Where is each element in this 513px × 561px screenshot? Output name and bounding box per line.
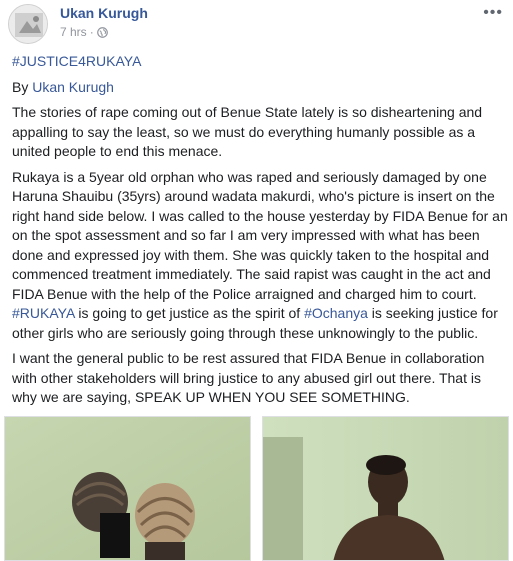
photo-victim[interactable] <box>4 416 251 561</box>
byline: By Ukan Kurugh <box>12 78 508 98</box>
author-name[interactable]: Ukan Kurugh <box>60 5 148 21</box>
paragraph-intro: The stories of rape coming out of Benue … <box>12 104 483 159</box>
hashtag-title[interactable]: #JUSTICE4RUKAYA <box>12 53 141 69</box>
paragraph-story: Rukaya is a 5year old orphan who was rap… <box>12 168 508 344</box>
photo-suspect[interactable] <box>262 416 509 561</box>
paragraph-story-mid: is going to get justice as the spirit of <box>74 305 305 321</box>
more-options-icon[interactable]: ••• <box>483 4 503 22</box>
post-time[interactable]: 7 hrs <box>60 25 87 39</box>
hashtag-rukaya[interactable]: #RUKAYA <box>12 305 75 321</box>
globe-icon[interactable] <box>96 26 108 38</box>
avatar[interactable] <box>8 4 48 44</box>
hashtag-ochanya[interactable]: #Ochanya <box>304 305 368 321</box>
meta-separator: · <box>89 25 94 39</box>
byline-prefix: By <box>12 78 33 95</box>
post-body: #JUSTICE4RUKAYA By Ukan Kurugh The stori… <box>12 52 508 414</box>
post-meta: 7 hrs · <box>60 25 108 39</box>
paragraph-story-main: Rukaya is a 5year old orphan who was rap… <box>12 168 508 302</box>
photo-grid <box>0 416 513 561</box>
byline-author-link[interactable]: Ukan Kurugh <box>32 79 114 95</box>
post-header: Ukan Kurugh 7 hrs · ••• <box>0 0 513 46</box>
paragraph-closing: I want the general public to be rest ass… <box>12 350 485 405</box>
avatar-image <box>9 5 47 43</box>
